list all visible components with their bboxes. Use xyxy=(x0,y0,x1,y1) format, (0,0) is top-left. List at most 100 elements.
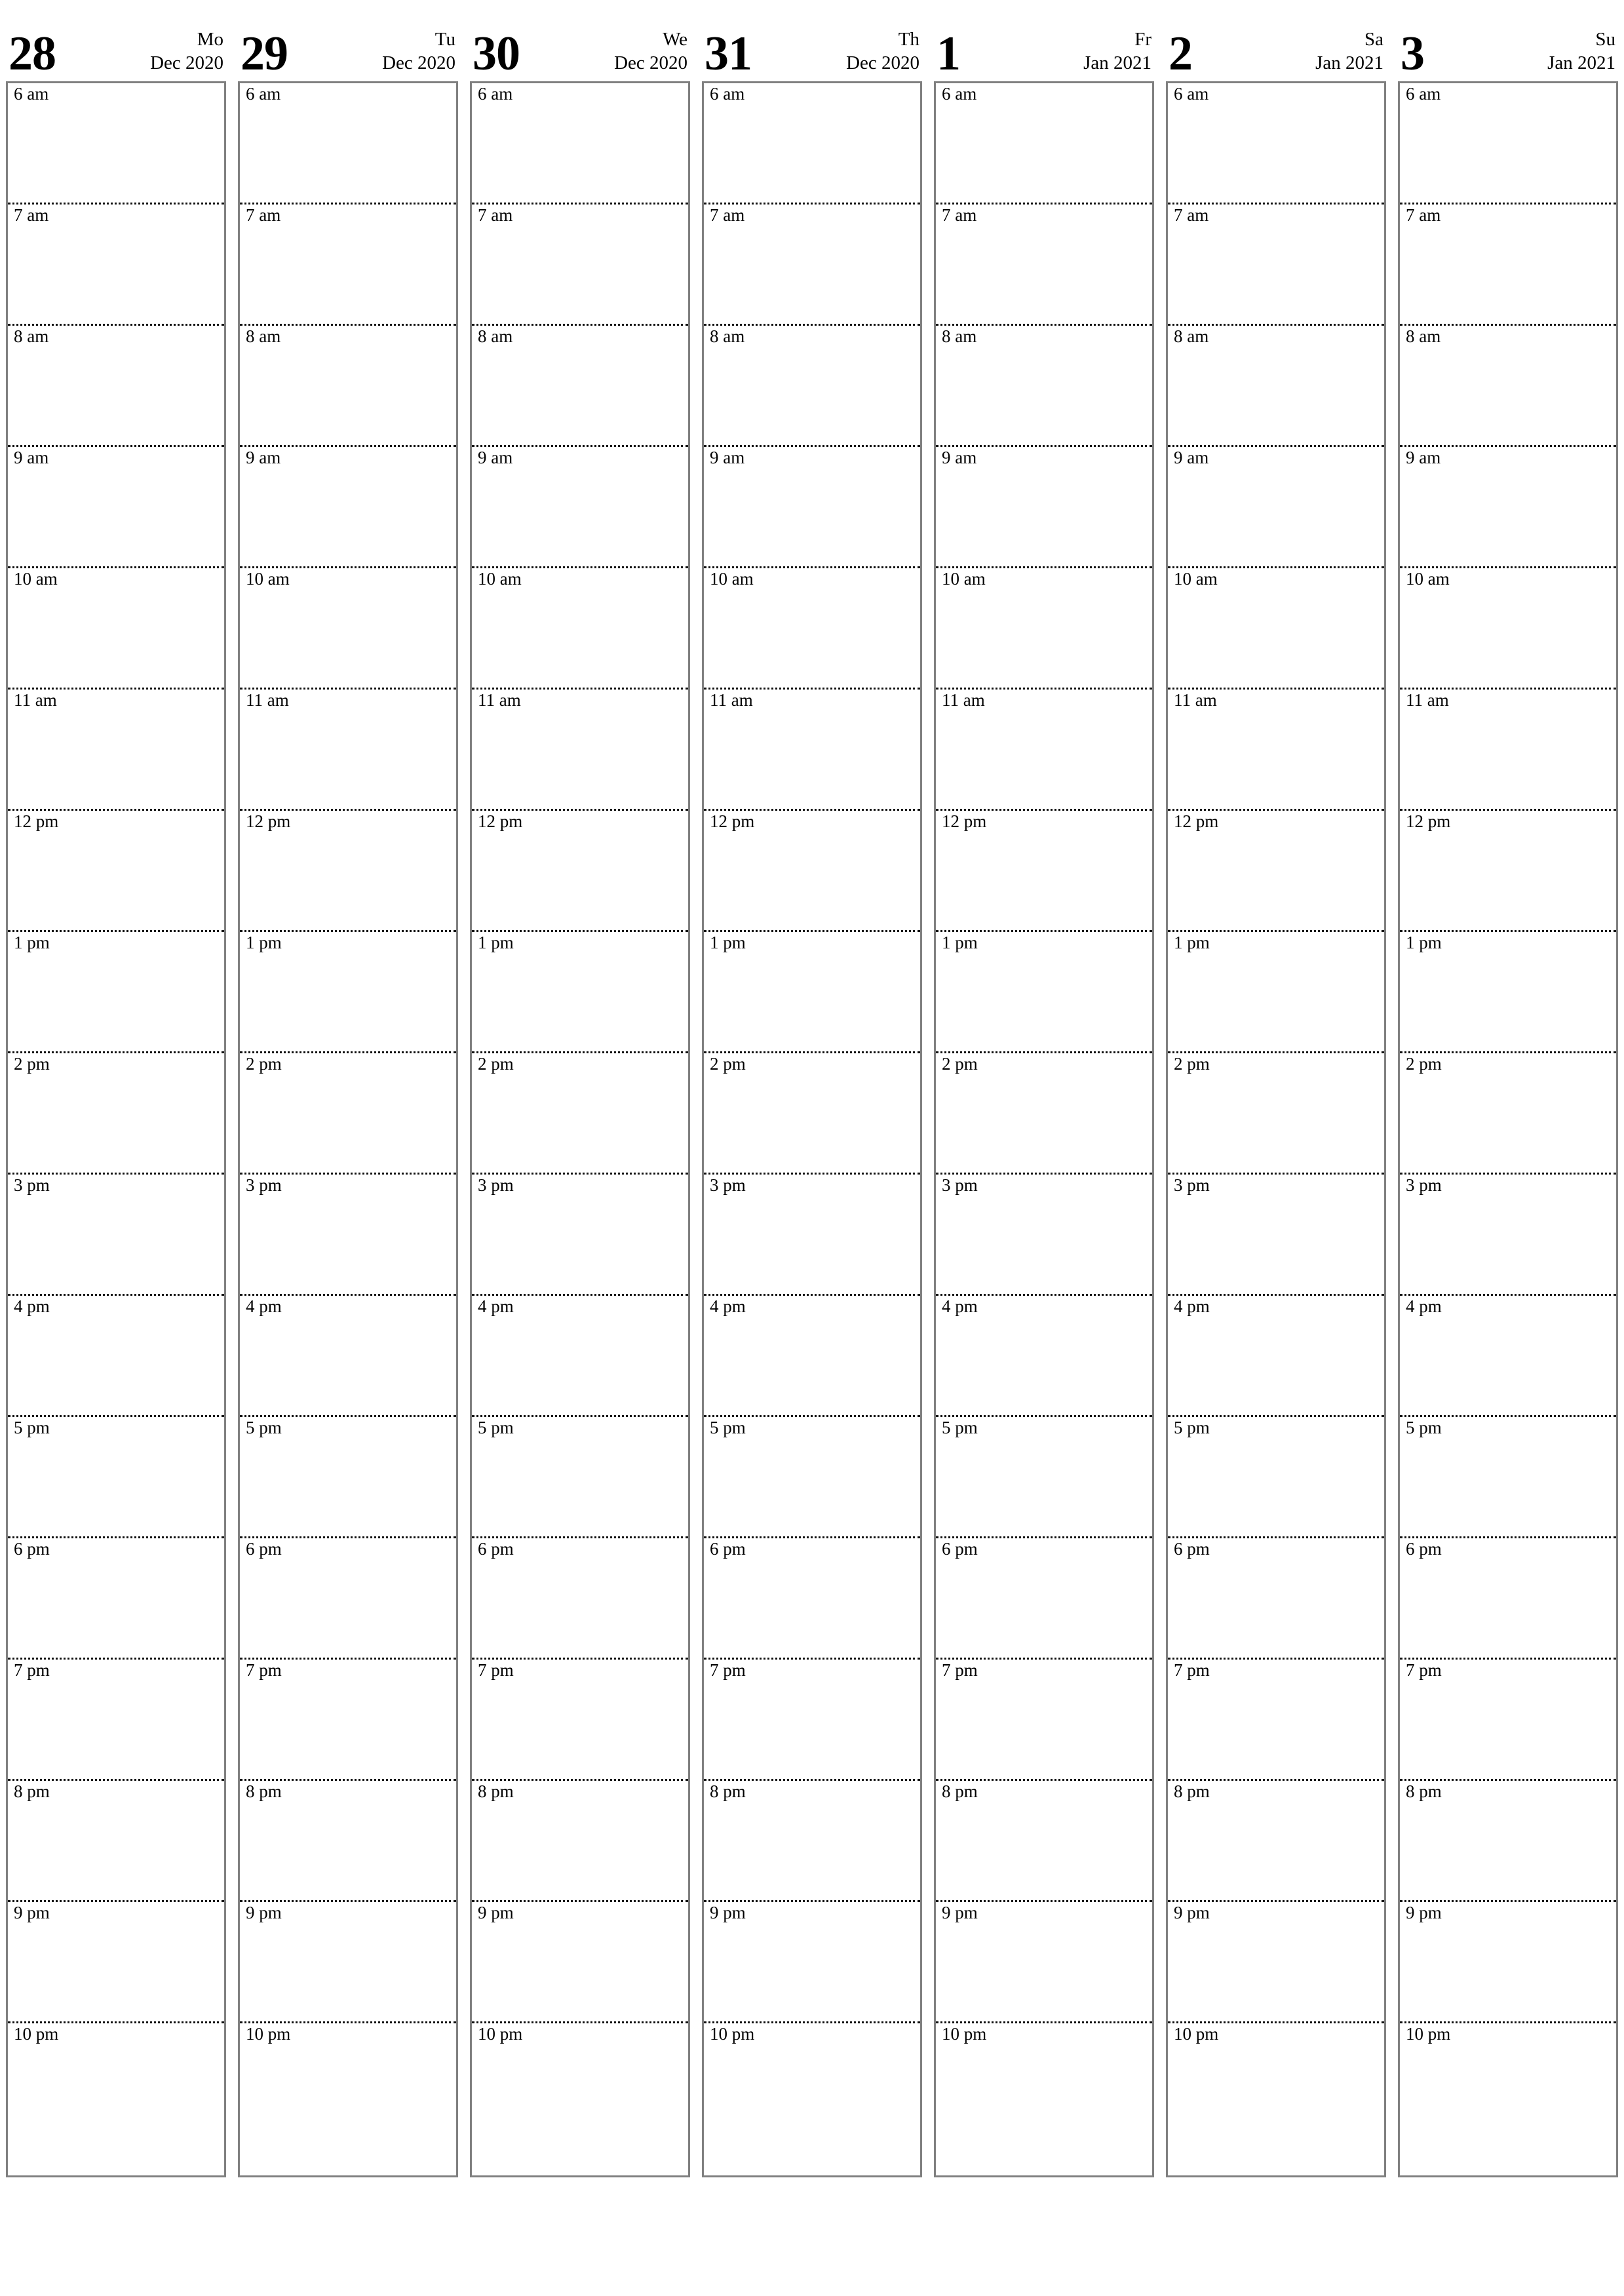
hour-slot[interactable]: 7 am xyxy=(472,202,688,324)
hour-slot[interactable]: 2 pm xyxy=(936,1051,1152,1173)
hour-slot[interactable]: 2 pm xyxy=(704,1051,920,1173)
hour-slot[interactable]: 9 pm xyxy=(704,1899,920,2021)
hour-slot[interactable]: 2 pm xyxy=(1400,1051,1616,1173)
hour-slot[interactable]: 10 pm xyxy=(704,2021,920,2175)
hour-slot[interactable]: 10 am xyxy=(1168,566,1384,688)
hour-slot[interactable]: 10 am xyxy=(704,566,920,688)
hour-slot[interactable]: 3 pm xyxy=(1400,1172,1616,1294)
hour-slot[interactable]: 10 am xyxy=(1400,566,1616,688)
hour-slot[interactable]: 8 am xyxy=(240,323,456,445)
hour-slot[interactable]: 11 am xyxy=(704,687,920,809)
hour-slot[interactable]: 10 pm xyxy=(1168,2021,1384,2175)
hour-slot[interactable]: 8 am xyxy=(704,323,920,445)
hour-slot[interactable]: 6 pm xyxy=(8,1536,224,1658)
hour-slot[interactable]: 7 pm xyxy=(472,1657,688,1779)
hour-slot[interactable]: 9 pm xyxy=(936,1899,1152,2021)
hour-slot[interactable]: 9 am xyxy=(1400,444,1616,566)
hour-slot[interactable]: 8 am xyxy=(8,323,224,445)
hour-slot[interactable]: 8 am xyxy=(472,323,688,445)
hour-slot[interactable]: 4 pm xyxy=(8,1293,224,1415)
hour-slot[interactable]: 8 am xyxy=(936,323,1152,445)
hour-slot[interactable]: 1 pm xyxy=(472,929,688,1051)
hour-slot[interactable]: 1 pm xyxy=(936,929,1152,1051)
hour-slot[interactable]: 6 pm xyxy=(936,1536,1152,1658)
hour-slot[interactable]: 6 am xyxy=(1400,83,1616,203)
hour-slot[interactable]: 7 am xyxy=(8,202,224,324)
hour-slot[interactable]: 1 pm xyxy=(240,929,456,1051)
hour-slot[interactable]: 12 pm xyxy=(472,808,688,930)
hour-slot[interactable]: 7 pm xyxy=(936,1657,1152,1779)
hour-slot[interactable]: 7 pm xyxy=(704,1657,920,1779)
hour-slot[interactable]: 9 am xyxy=(240,444,456,566)
hour-slot[interactable]: 10 am xyxy=(936,566,1152,688)
hour-slot[interactable]: 7 pm xyxy=(1168,1657,1384,1779)
hour-slot[interactable]: 2 pm xyxy=(472,1051,688,1173)
hour-slot[interactable]: 12 pm xyxy=(936,808,1152,930)
hour-slot[interactable]: 7 am xyxy=(936,202,1152,324)
hour-slot[interactable]: 10 am xyxy=(240,566,456,688)
hour-slot[interactable]: 1 pm xyxy=(8,929,224,1051)
hour-slot[interactable]: 6 pm xyxy=(1168,1536,1384,1658)
hour-slot[interactable]: 10 pm xyxy=(8,2021,224,2175)
hour-slot[interactable]: 8 am xyxy=(1400,323,1616,445)
hour-slot[interactable]: 7 am xyxy=(704,202,920,324)
hour-slot[interactable]: 12 pm xyxy=(704,808,920,930)
hour-slot[interactable]: 11 am xyxy=(8,687,224,809)
hour-slot[interactable]: 10 pm xyxy=(240,2021,456,2175)
hour-slot[interactable]: 7 pm xyxy=(8,1657,224,1779)
hour-slot[interactable]: 10 pm xyxy=(936,2021,1152,2175)
hour-slot[interactable]: 2 pm xyxy=(240,1051,456,1173)
hour-slot[interactable]: 5 pm xyxy=(8,1414,224,1536)
hour-slot[interactable]: 8 pm xyxy=(1400,1778,1616,1900)
hour-slot[interactable]: 5 pm xyxy=(704,1414,920,1536)
hour-slot[interactable]: 3 pm xyxy=(704,1172,920,1294)
hour-slot[interactable]: 8 pm xyxy=(240,1778,456,1900)
hour-slot[interactable]: 12 pm xyxy=(8,808,224,930)
hour-slot[interactable]: 6 am xyxy=(704,83,920,203)
hour-slot[interactable]: 6 am xyxy=(1168,83,1384,203)
hour-slot[interactable]: 9 am xyxy=(1168,444,1384,566)
hour-slot[interactable]: 5 pm xyxy=(936,1414,1152,1536)
hour-slot[interactable]: 6 pm xyxy=(240,1536,456,1658)
hour-slot[interactable]: 1 pm xyxy=(1168,929,1384,1051)
hour-slot[interactable]: 8 pm xyxy=(936,1778,1152,1900)
hour-slot[interactable]: 8 pm xyxy=(8,1778,224,1900)
hour-slot[interactable]: 11 am xyxy=(1400,687,1616,809)
hour-slot[interactable]: 12 pm xyxy=(240,808,456,930)
hour-slot[interactable]: 7 am xyxy=(1400,202,1616,324)
hour-slot[interactable]: 4 pm xyxy=(1400,1293,1616,1415)
hour-slot[interactable]: 9 am xyxy=(704,444,920,566)
hour-slot[interactable]: 5 pm xyxy=(1400,1414,1616,1536)
hour-slot[interactable]: 6 pm xyxy=(704,1536,920,1658)
hour-slot[interactable]: 4 pm xyxy=(936,1293,1152,1415)
hour-slot[interactable]: 8 pm xyxy=(1168,1778,1384,1900)
hour-slot[interactable]: 9 am xyxy=(8,444,224,566)
hour-slot[interactable]: 7 pm xyxy=(1400,1657,1616,1779)
hour-slot[interactable]: 10 am xyxy=(472,566,688,688)
hour-slot[interactable]: 6 pm xyxy=(472,1536,688,1658)
hour-slot[interactable]: 2 pm xyxy=(1168,1051,1384,1173)
hour-slot[interactable]: 9 pm xyxy=(472,1899,688,2021)
hour-slot[interactable]: 6 am xyxy=(8,83,224,203)
hour-slot[interactable]: 3 pm xyxy=(472,1172,688,1294)
hour-slot[interactable]: 6 am xyxy=(936,83,1152,203)
hour-slot[interactable]: 3 pm xyxy=(240,1172,456,1294)
hour-slot[interactable]: 6 am xyxy=(240,83,456,203)
hour-slot[interactable]: 7 pm xyxy=(240,1657,456,1779)
hour-slot[interactable]: 4 pm xyxy=(704,1293,920,1415)
hour-slot[interactable]: 6 pm xyxy=(1400,1536,1616,1658)
hour-slot[interactable]: 5 pm xyxy=(240,1414,456,1536)
hour-slot[interactable]: 9 pm xyxy=(240,1899,456,2021)
hour-slot[interactable]: 4 pm xyxy=(1168,1293,1384,1415)
hour-slot[interactable]: 10 pm xyxy=(1400,2021,1616,2175)
hour-slot[interactable]: 1 pm xyxy=(704,929,920,1051)
hour-slot[interactable]: 4 pm xyxy=(472,1293,688,1415)
hour-slot[interactable]: 12 pm xyxy=(1400,808,1616,930)
hour-slot[interactable]: 10 am xyxy=(8,566,224,688)
hour-slot[interactable]: 9 pm xyxy=(1400,1899,1616,2021)
hour-slot[interactable]: 12 pm xyxy=(1168,808,1384,930)
hour-slot[interactable]: 8 pm xyxy=(704,1778,920,1900)
hour-slot[interactable]: 3 pm xyxy=(936,1172,1152,1294)
hour-slot[interactable]: 8 pm xyxy=(472,1778,688,1900)
hour-slot[interactable]: 9 pm xyxy=(1168,1899,1384,2021)
